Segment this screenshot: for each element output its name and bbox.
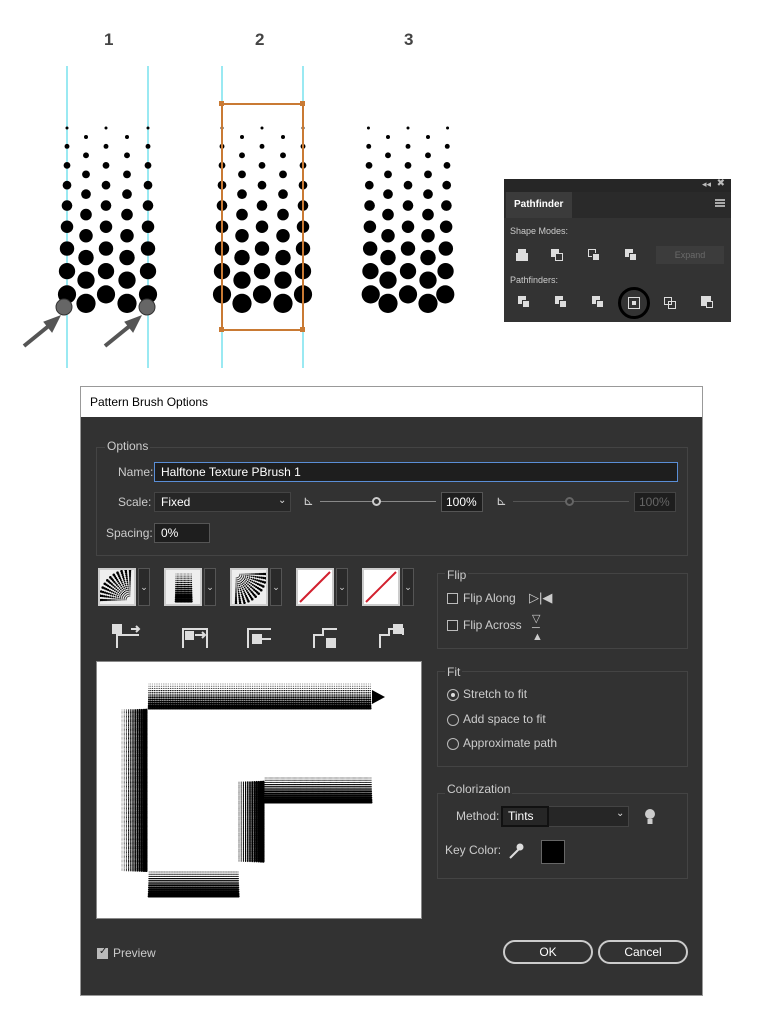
eyedropper-icon[interactable] [508,842,524,860]
pathfinder-panel: ◂◂ ✖ Pathfinder Shape Modes: Expand Path… [504,178,731,322]
panel-titlebar: ◂◂ ✖ [504,178,731,192]
stretch-to-fit-label[interactable]: Stretch to fit [463,687,527,701]
cancel-button[interactable]: Cancel [598,940,688,964]
flip-across-checkbox[interactable] [447,620,458,631]
name-field[interactable]: Halftone Texture PBrush 1 [154,462,678,482]
add-space-to-fit-radio[interactable] [447,714,459,726]
guide-lines [66,66,304,368]
minus-front-icon[interactable] [551,249,563,261]
selected-dot-left [55,298,73,316]
chevron-down-icon: ⌄ [278,495,287,506]
divide-icon[interactable] [518,296,530,308]
none-tile-icon [299,571,331,603]
highlight-circle [618,287,650,319]
inner-corner-tile-dropdown[interactable]: ⌄ [270,568,282,606]
shape-modes-label: Shape Modes: [510,226,569,236]
scale-slider-knob-2 [565,497,574,506]
spacing-label: Spacing: [106,526,153,540]
flip-along-icon: ▷|◀ [529,590,553,605]
outer-corner-tile-dropdown[interactable]: ⌄ [204,568,216,606]
trim-icon[interactable] [555,296,567,308]
panel-menu-icon[interactable] [715,199,725,207]
key-color-swatch[interactable] [541,840,565,864]
lightbulb-icon[interactable] [644,808,656,826]
exclude-icon[interactable] [625,249,637,261]
fit-label: Fit [445,665,463,679]
dialog-title: Pattern Brush Options [81,387,702,417]
flip-across-icon: ▽ ─ ▲ [532,613,543,643]
scale-label: Scale: [118,495,152,509]
flip-group [437,573,688,649]
side-tile-dropdown[interactable]: ⌄ [138,568,150,606]
scale-select[interactable]: Fixed [154,492,291,512]
scale-percent-field-2: 100% [634,492,676,512]
pointer-arrow-right [103,315,143,348]
spacing-field[interactable]: 0% [154,523,210,543]
flip-along-label[interactable]: Flip Along [463,591,516,605]
ok-button[interactable]: OK [503,940,593,964]
scale-percent-field[interactable]: 100% [441,492,483,512]
pattern-brush-options-dialog: Pattern Brush Options Options Name: Half… [80,386,703,996]
pathfinders-label: Pathfinders: [510,275,559,285]
inner-corner-tile-button[interactable] [230,568,268,606]
outline-icon[interactable] [664,297,676,309]
stretch-to-fit-radio[interactable] [447,689,459,701]
name-label: Name: [118,465,154,479]
inner-corner-tile-thumb [234,572,268,606]
side-tile-button[interactable] [98,568,136,606]
start-tile-dropdown[interactable]: ⌄ [336,568,348,606]
unite-icon[interactable] [516,249,528,261]
scale-select-value: Fixed [161,495,191,509]
tab-pathfinder[interactable]: Pathfinder [506,192,572,218]
brush-preview-graphic [121,683,385,898]
add-space-to-fit-label[interactable]: Add space to fit [463,712,546,726]
collapse-icon[interactable]: ◂◂ [702,179,711,190]
approximate-path-radio[interactable] [447,738,459,750]
chevron-down-icon: ⌄ [616,808,625,819]
minus-back-icon[interactable] [701,296,713,308]
preview-label[interactable]: Preview [113,946,156,960]
end-tile-dropdown[interactable]: ⌄ [402,568,414,606]
intersect-icon[interactable] [588,249,600,261]
merge-icon[interactable] [592,296,604,308]
halftone-dots-step2 [212,126,313,313]
brush-preview [96,661,422,919]
halftone-dots-step1 [57,126,158,313]
method-label: Method: [456,809,500,823]
path-arrow-icon [372,690,385,704]
pen-pressure-icon: ⊾ [303,493,314,508]
method-select-highlight [501,806,549,827]
close-icon[interactable]: ✖ [717,178,725,189]
selected-dot-right [138,298,156,316]
none-tile-icon [365,571,397,603]
preview-checkbox[interactable]: ✓ [97,946,108,959]
side-tile-thumb [98,568,132,602]
expand-button[interactable]: Expand [656,246,724,264]
tile-type-icons [112,624,404,648]
colorization-label: Colorization [445,782,513,796]
halftone-dots-step3 [361,126,455,313]
outer-corner-tile-button[interactable] [164,568,202,606]
options-label: Options [105,439,151,453]
end-tile-button[interactable] [362,568,400,606]
start-tile-button[interactable] [296,568,334,606]
pen-pressure-icon-2: ⊾ [496,493,507,508]
flip-along-checkbox[interactable] [447,593,458,604]
scale-slider-knob[interactable] [372,497,381,506]
outer-corner-tile-thumb [174,573,193,603]
flip-label: Flip [445,568,469,582]
approximate-path-label[interactable]: Approximate path [463,736,557,750]
pointer-arrow-left [22,315,62,348]
flip-across-label[interactable]: Flip Across [463,618,522,632]
side-tile-type-icon [116,634,139,648]
key-color-label: Key Color: [445,843,502,857]
halftone-illustration [22,66,455,368]
